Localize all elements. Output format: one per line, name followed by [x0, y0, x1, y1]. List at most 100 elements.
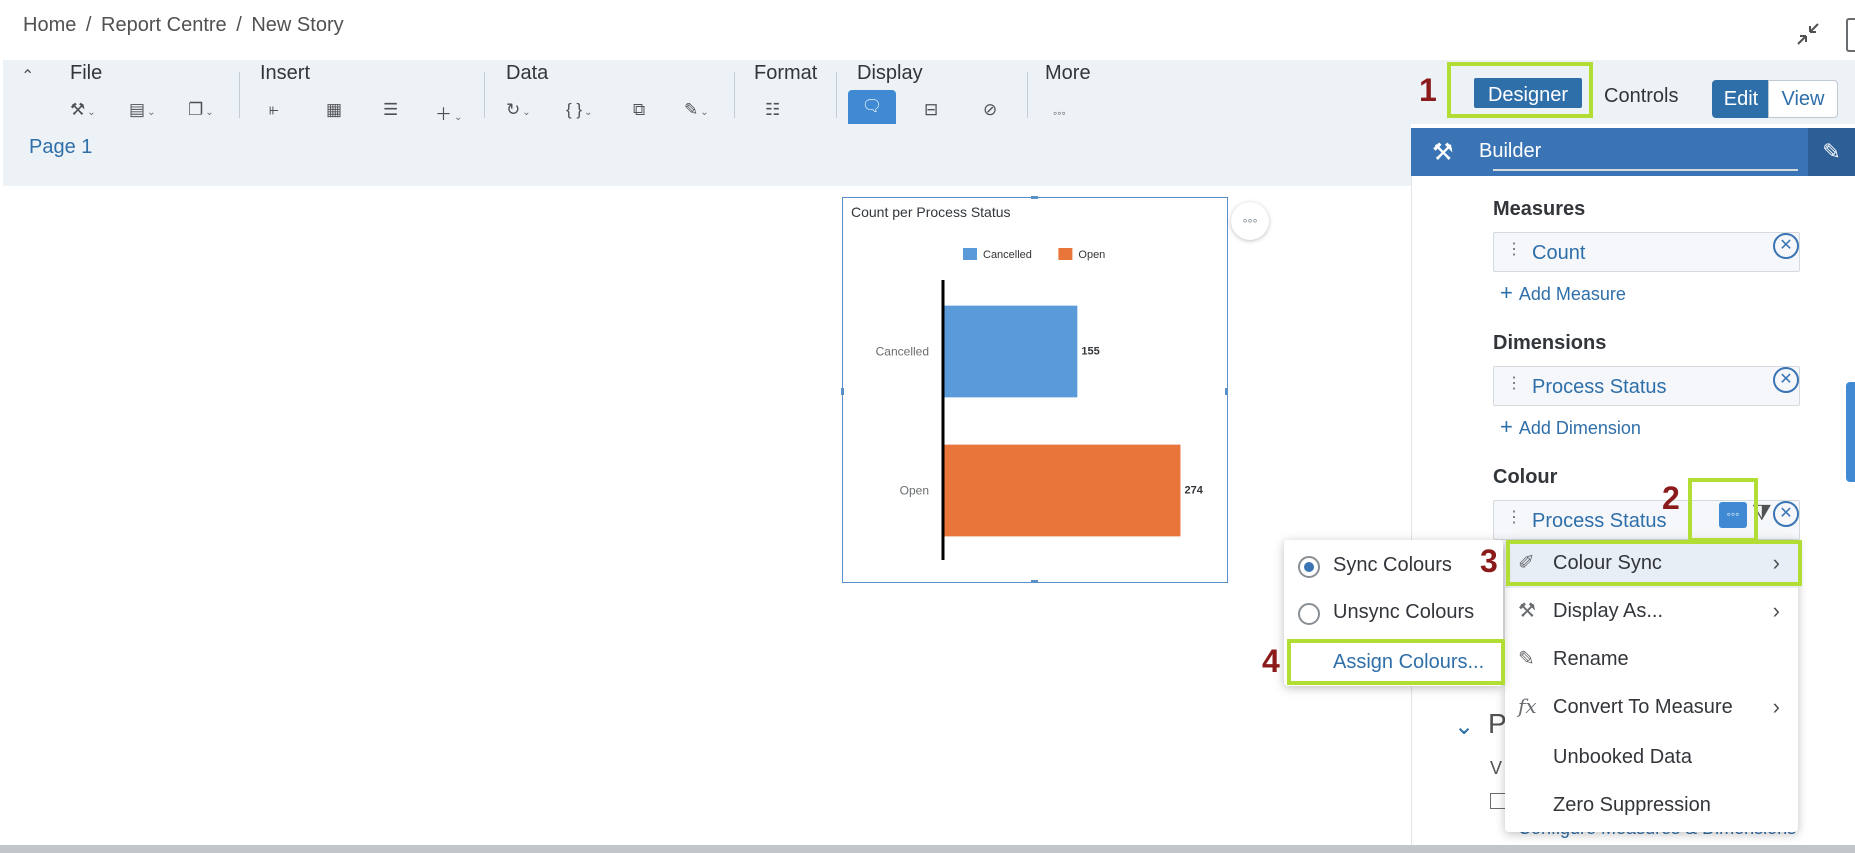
menu-item-label: Convert To Measure: [1553, 696, 1733, 718]
resize-handle[interactable]: [841, 388, 844, 395]
page-tab-bar: [3, 124, 1411, 186]
menu-item-zero-suppression[interactable]: Zero Suppression: [1505, 782, 1798, 830]
toolbar-separator: [484, 72, 485, 118]
add-dimension-link[interactable]: + Add Dimension: [1500, 414, 1641, 440]
menu-item-convert-to-measure[interactable]: fx Convert To Measure ›: [1505, 684, 1798, 732]
format-icon[interactable]: ☷: [765, 100, 780, 120]
dimension-field[interactable]: ⋮ Process Status ✕: [1493, 366, 1800, 406]
drag-handle-icon[interactable]: ⋮: [1506, 373, 1522, 393]
chart-more-icon[interactable]: ◦◦◦: [1231, 202, 1269, 240]
legend-label: Open: [1078, 249, 1105, 261]
unsync-colours-radio[interactable]: [1298, 603, 1320, 625]
wrench-icon[interactable]: ⚒ ⌄: [70, 100, 96, 120]
add-measure-link[interactable]: + Add Measure: [1500, 280, 1626, 306]
comment-icon[interactable]: 🗨︎: [848, 90, 896, 124]
builder-title: Builder: [1479, 140, 1542, 162]
panel-scrollbar[interactable]: [1846, 382, 1855, 482]
legend-label: Cancelled: [983, 249, 1032, 261]
sync-colours-radio[interactable]: [1298, 556, 1320, 578]
view-mode-button[interactable]: View: [1768, 80, 1838, 118]
measures-title: Measures: [1493, 198, 1586, 220]
measure-field-label: Count: [1532, 242, 1586, 264]
sync-colours-label[interactable]: Sync Colours: [1333, 554, 1452, 577]
chart-icon[interactable]: ⫦: [269, 100, 279, 120]
resize-handle[interactable]: [1225, 388, 1228, 395]
menu-item-rename[interactable]: ✎ Rename: [1505, 636, 1798, 684]
breadcrumb-report-centre[interactable]: Report Centre: [101, 14, 227, 36]
link-dims-icon[interactable]: ⧉: [633, 100, 645, 120]
panel-edge-icon: [1846, 18, 1855, 52]
menu-item-label: Display As...: [1553, 600, 1664, 622]
controls-tab[interactable]: Controls: [1604, 85, 1678, 108]
braces-icon[interactable]: { } ⌄: [566, 100, 592, 120]
remove-icon[interactable]: ✕: [1773, 233, 1799, 259]
category-label: Open: [900, 484, 929, 498]
edit-icon[interactable]: ✎ ⌄: [684, 100, 709, 120]
menu-item-display-as[interactable]: ⚒ Display As... ›: [1505, 588, 1798, 636]
toolbar-group-display: Display: [857, 62, 923, 84]
compass-icon[interactable]: ⊘: [983, 100, 997, 120]
toolbar-group-data: Data: [506, 62, 549, 84]
toolbar-separator: [1027, 72, 1028, 118]
dimension-field-label: Process Status: [1532, 376, 1667, 398]
chevron-right-icon: ›: [1772, 598, 1780, 623]
refresh-icon[interactable]: ↻ ⌄: [506, 100, 531, 120]
toolbar-group-file: File: [70, 62, 103, 84]
dimensions-title: Dimensions: [1493, 332, 1607, 354]
toolbar-group-insert: Insert: [260, 62, 311, 84]
drag-handle-icon[interactable]: ⋮: [1506, 239, 1522, 259]
chart-widget[interactable]: Count per Process Status Cancelled Open Can…: [841, 196, 1228, 583]
breadcrumb-separator: /: [85, 14, 92, 36]
step-number-1: 1: [1419, 72, 1437, 108]
drag-handle-icon[interactable]: ⋮: [1506, 507, 1522, 527]
label-partial: V: [1490, 758, 1503, 778]
copy-icon[interactable]: ❐ ⌄: [188, 100, 214, 120]
page-tab[interactable]: Page 1: [29, 136, 92, 159]
step-number-3: 3: [1480, 543, 1498, 579]
highlight-colour-sync: [1506, 540, 1802, 586]
edit-mode-button[interactable]: Edit: [1712, 80, 1770, 118]
tools-icon: ⚒: [1432, 139, 1454, 166]
collapse-toolbar-icon[interactable]: ⌃: [21, 66, 34, 86]
menu-item-label: Zero Suppression: [1553, 794, 1711, 816]
colour-field-label: Process Status: [1532, 510, 1667, 532]
breadcrumb-separator: /: [236, 14, 242, 36]
remove-icon[interactable]: ✕: [1773, 367, 1799, 393]
toolbar-group-more: More: [1045, 62, 1091, 84]
remove-icon[interactable]: ✕: [1773, 501, 1799, 527]
checkbox[interactable]: [1490, 793, 1506, 809]
plus-icon[interactable]: ＋ ⌄: [435, 100, 462, 125]
pencil-icon: ✎: [1518, 648, 1535, 670]
chevron-down-icon[interactable]: ⌄: [1454, 712, 1474, 741]
field-edge: [1493, 169, 1798, 171]
category-label: Cancelled: [876, 345, 929, 359]
save-icon[interactable]: ▤ ⌄: [129, 100, 155, 120]
sliders-icon[interactable]: ☰: [383, 100, 398, 120]
menu-item-label: Unbooked Data: [1553, 746, 1692, 768]
styling-tab-icon[interactable]: ✎: [1808, 128, 1855, 176]
highlight-more: [1688, 478, 1758, 542]
exit-fullscreen-icon[interactable]: [1794, 20, 1824, 50]
chart-title: Count per Process Status: [851, 204, 1011, 220]
toolbar-separator: [239, 72, 240, 118]
highlight-designer: [1447, 62, 1593, 118]
toolbar-separator: [734, 72, 735, 118]
step-number-2: 2: [1662, 480, 1680, 516]
horizontal-scrollbar[interactable]: [0, 845, 1855, 853]
breadcrumb-home[interactable]: Home: [23, 14, 76, 36]
fx-icon: fx: [1518, 694, 1537, 718]
menu-item-unbooked-data[interactable]: Unbooked Data: [1505, 734, 1798, 782]
measure-field[interactable]: ⋮ Count ✕: [1493, 232, 1800, 272]
highlight-assign-colours: [1287, 639, 1505, 685]
layout-icon[interactable]: ⊟: [924, 100, 938, 120]
section-title-partial: P: [1488, 708, 1507, 739]
table-icon[interactable]: ▦: [326, 100, 342, 120]
colour-title: Colour: [1493, 466, 1558, 488]
bar: [943, 305, 1078, 398]
unsync-colours-label[interactable]: Unsync Colours: [1333, 601, 1474, 624]
toolbar-group-format: Format: [754, 62, 818, 84]
more-icon[interactable]: ◦◦◦: [1053, 106, 1066, 120]
legend-swatch: [963, 248, 977, 260]
resize-handle[interactable]: [1031, 580, 1038, 583]
resize-handle[interactable]: [1031, 196, 1038, 199]
